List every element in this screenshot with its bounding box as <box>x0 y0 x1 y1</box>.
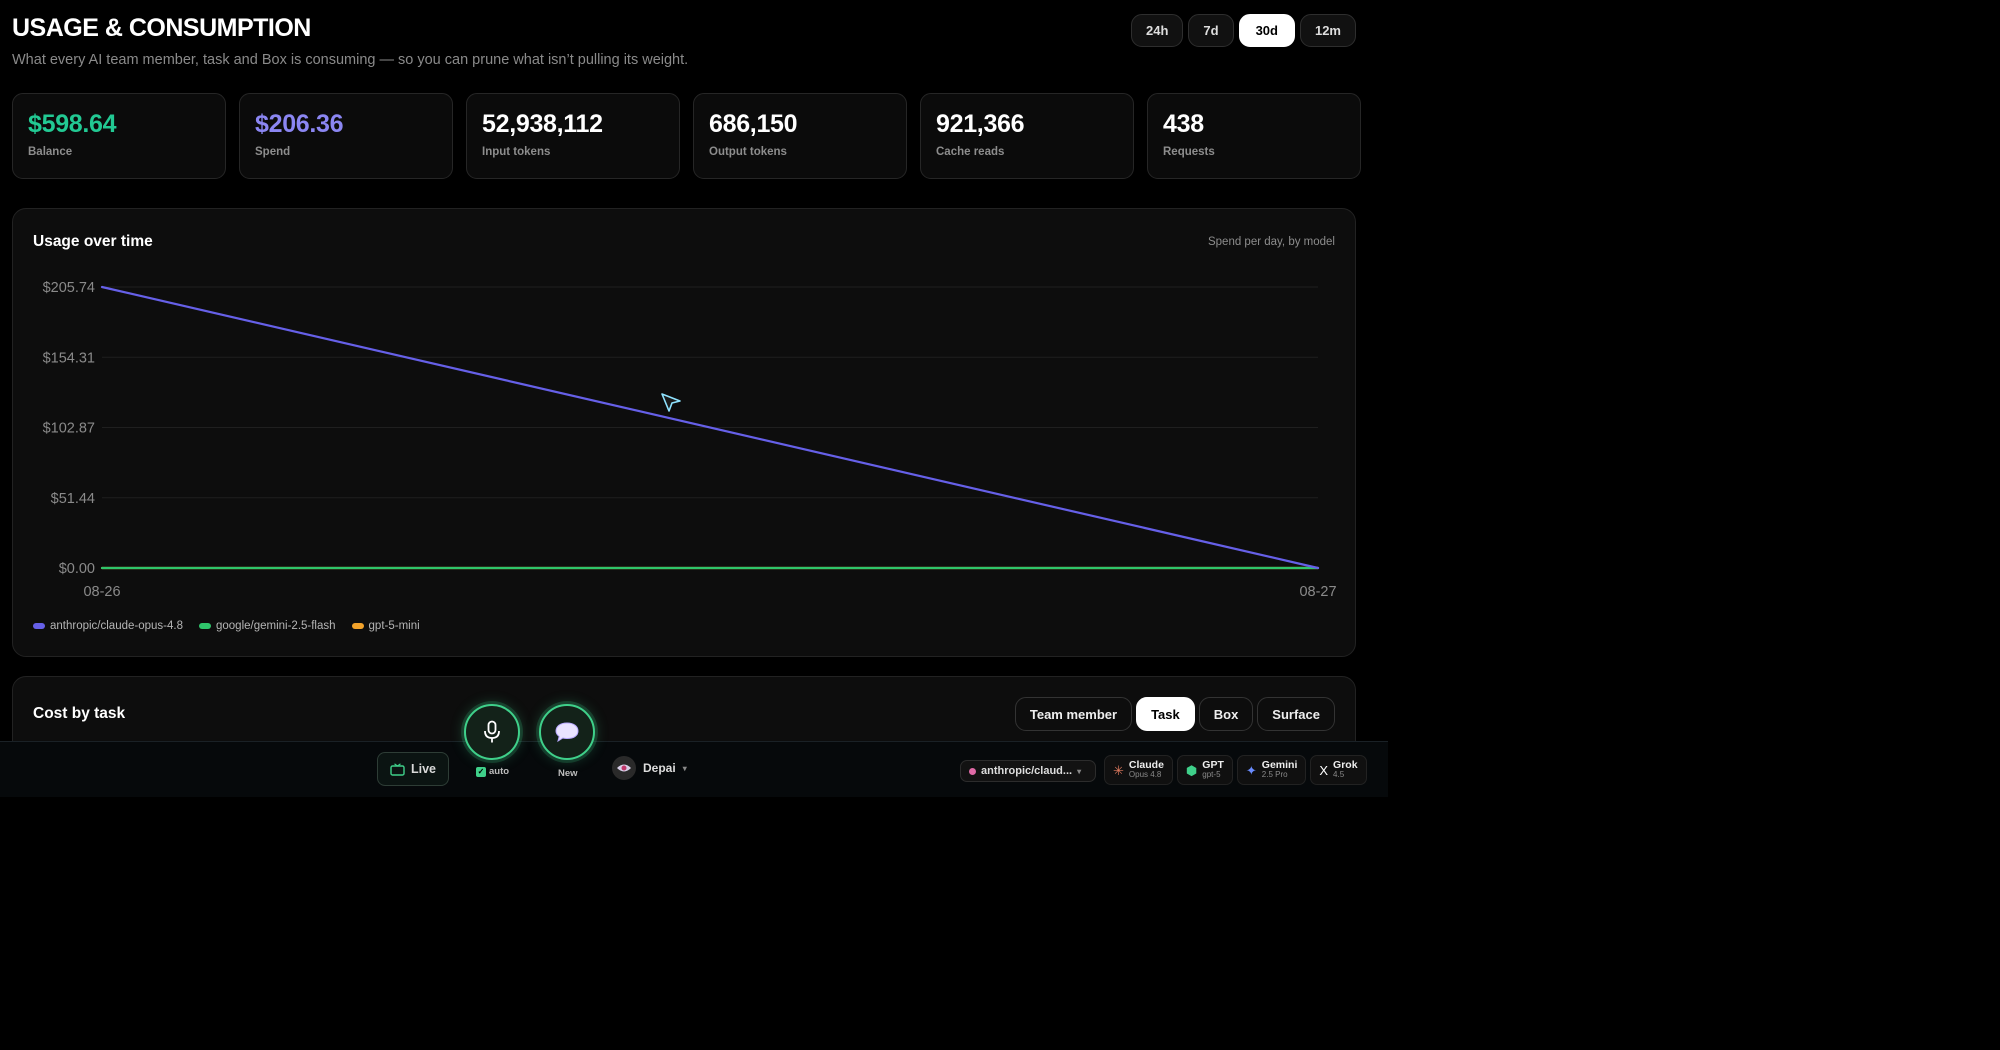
usage-line-chart: $0.00 $51.44 $102.87 $154.31 $205.74 08-26 08-… <box>43 280 1337 600</box>
provider-model: gpt-5 <box>1202 770 1221 780</box>
grok-icon: X <box>1319 762 1329 778</box>
gemini-icon: ✦ <box>1245 762 1257 778</box>
stat-label: Spend <box>255 146 291 158</box>
stat-value: 438 <box>1163 110 1204 138</box>
x-tick-label: 08-26 <box>83 584 120 600</box>
tab-task[interactable]: Task <box>1136 697 1195 731</box>
x-tick-label: 08-27 <box>1299 584 1336 600</box>
stat-card-requests: 438 Requests <box>1147 93 1361 179</box>
checkbox-checked-icon: ✓ <box>476 766 486 777</box>
bottom-dock: Live ✓ auto New Depai ▾ anthropic/claud.… <box>0 704 1388 797</box>
chat-bubble-icon <box>555 722 579 743</box>
y-tick-label: $154.31 <box>43 350 95 366</box>
stat-value: 921,366 <box>936 110 1025 138</box>
stat-label: Requests <box>1163 146 1215 158</box>
microphone-icon <box>484 720 500 743</box>
stat-label: Balance <box>28 146 73 158</box>
brain-icon <box>969 767 976 775</box>
workspace-selector[interactable]: Depai ▾ <box>612 756 687 780</box>
eye-icon <box>612 756 636 780</box>
page-subtitle: What every AI team member, task and Box … <box>12 52 689 68</box>
auto-toggle[interactable]: ✓ auto <box>476 766 509 777</box>
stat-cards: $598.64 Balance $206.36 Spend 52,938,112… <box>12 93 1361 179</box>
legend-item: anthropic/claude-opus-4.8 <box>33 620 183 632</box>
stat-value: $598.64 <box>28 110 117 138</box>
provider-gpt-button[interactable]: ⬢ GPT gpt-5 <box>1176 755 1233 785</box>
model-name: anthropic/claud... <box>981 765 1073 777</box>
workspace-name: Depai <box>643 761 676 775</box>
range-24h-button[interactable]: 24h <box>1130 14 1184 47</box>
claude-icon: ✳ <box>1113 762 1124 778</box>
new-chat-button[interactable] <box>539 704 595 760</box>
legend-label: anthropic/claude-opus-4.8 <box>50 620 183 632</box>
legend-item: gpt-5-mini <box>351 620 420 632</box>
stat-card-output-tokens: 686,150 Output tokens <box>693 93 907 179</box>
stat-value: 52,938,112 <box>482 110 603 138</box>
new-label: New <box>558 768 578 779</box>
stat-card-cache-reads: 921,366 Cache reads <box>920 93 1134 179</box>
cost-card-title: Cost by task <box>33 705 126 722</box>
y-tick-label: $0.00 <box>59 561 95 577</box>
legend-label: google/gemini-2.5-flash <box>215 620 336 632</box>
range-30d-button[interactable]: 30d <box>1238 14 1295 47</box>
tv-icon <box>390 762 405 776</box>
stat-card-input-tokens: 52,938,112 Input tokens <box>466 93 680 179</box>
provider-grok-button[interactable]: X Grok 4.5 <box>1310 755 1367 785</box>
legend-item: google/gemini-2.5-flash <box>198 620 336 632</box>
legend-swatch <box>198 623 211 629</box>
tab-box[interactable]: Box <box>1198 697 1254 731</box>
chevron-down-icon: ▾ <box>682 763 687 773</box>
usage-over-time-card: Usage over time Spend per day, by model … <box>12 208 1356 657</box>
provider-claude-button[interactable]: ✳ Claude Opus 4.8 <box>1104 755 1173 785</box>
auto-label: auto <box>489 766 510 777</box>
stat-label: Cache reads <box>936 146 1005 158</box>
live-button[interactable]: Live <box>377 752 449 786</box>
live-label: Live <box>410 762 436 776</box>
model-selector[interactable]: anthropic/claud... ▾ <box>960 760 1096 782</box>
gpt-icon: ⬢ <box>1185 762 1198 778</box>
page-title: USAGE & CONSUMPTION <box>12 14 311 42</box>
stat-card-balance: $598.64 Balance <box>12 93 226 179</box>
provider-gemini-button[interactable]: ✦ Gemini 2.5 Pro <box>1236 755 1307 785</box>
usage-page: USAGE & CONSUMPTION What every AI team m… <box>0 0 1388 797</box>
tab-team-member[interactable]: Team member <box>1014 697 1133 731</box>
chart-legend: anthropic/claude-opus-4.8 google/gemini-… <box>33 620 420 632</box>
legend-swatch <box>33 623 45 629</box>
y-tick-label: $51.44 <box>51 491 95 507</box>
stat-label: Input tokens <box>482 146 551 158</box>
mouse-cursor-icon <box>661 393 681 412</box>
provider-switcher: ✳ Claude Opus 4.8 ⬢ GPT gpt-5 ✦ Gemini 2… <box>1104 755 1367 785</box>
stat-value: $206.36 <box>255 110 344 138</box>
range-7d-button[interactable]: 7d <box>1188 14 1234 47</box>
legend-label: gpt-5-mini <box>368 620 420 632</box>
stat-label: Output tokens <box>709 146 787 158</box>
microphone-button[interactable] <box>464 704 520 760</box>
tab-surface[interactable]: Surface <box>1257 697 1335 731</box>
range-12m-button[interactable]: 12m <box>1299 14 1356 47</box>
provider-model: 4.5 <box>1333 770 1345 780</box>
legend-swatch <box>351 623 364 629</box>
stat-card-spend: $206.36 Spend <box>239 93 453 179</box>
provider-model: 2.5 Pro <box>1261 770 1288 780</box>
y-tick-label: $205.74 <box>43 280 95 296</box>
chevron-down-icon: ▾ <box>1077 766 1082 776</box>
time-range-selector: 24h 7d 30d 12m <box>1130 14 1356 47</box>
provider-model: Opus 4.8 <box>1128 770 1162 780</box>
y-tick-label: $102.87 <box>43 421 95 437</box>
stat-value: 686,150 <box>709 110 798 138</box>
group-by-tabs: Team member Task Box Surface <box>1014 697 1335 731</box>
